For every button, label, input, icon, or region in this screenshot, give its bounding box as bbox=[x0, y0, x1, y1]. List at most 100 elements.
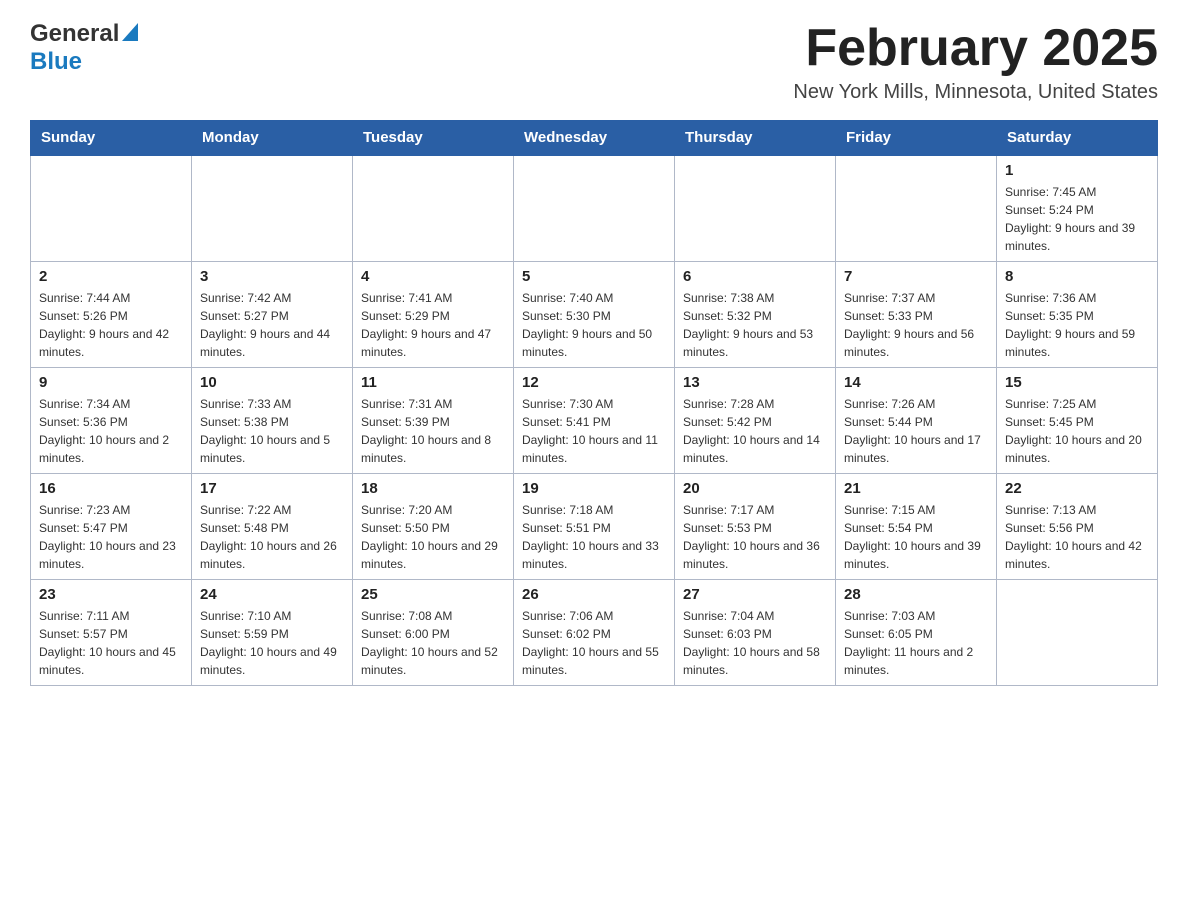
calendar-cell: 10 Sunrise: 7:33 AMSunset: 5:38 PMDayligh… bbox=[192, 368, 353, 474]
day-info: Sunrise: 7:18 AMSunset: 5:51 PMDaylight:… bbox=[522, 501, 666, 573]
day-info: Sunrise: 7:11 AMSunset: 5:57 PMDaylight:… bbox=[39, 607, 183, 679]
day-number: 13 bbox=[683, 374, 827, 391]
calendar-cell: 1Sunrise: 7:45 AMSunset: 5:24 PMDaylight… bbox=[997, 155, 1158, 262]
calendar-cell: 27 Sunrise: 7:04 AMSunset: 6:03 PMDayligh… bbox=[675, 580, 836, 686]
logo: General Blue bbox=[30, 20, 138, 76]
day-info: Sunrise: 7:03 AMSunset: 6:05 PMDaylight:… bbox=[844, 607, 988, 679]
day-info: Sunrise: 7:40 AMSunset: 5:30 PMDaylight:… bbox=[522, 289, 666, 361]
day-number: 16 bbox=[39, 480, 183, 497]
day-number: 2 bbox=[39, 268, 183, 285]
calendar-cell: 17Sunrise: 7:22 AMSunset: 5:48 PMDayligh… bbox=[192, 474, 353, 580]
calendar-cell bbox=[31, 155, 192, 262]
day-info: Sunrise: 7:13 AMSunset: 5:56 PMDaylight:… bbox=[1005, 501, 1149, 573]
subtitle: New York Mills, Minnesota, United States bbox=[793, 81, 1158, 104]
calendar-cell bbox=[997, 580, 1158, 686]
calendar-cell: 2 Sunrise: 7:44 AMSunset: 5:26 PMDaylight… bbox=[31, 262, 192, 368]
page-header: General Blue February 2025 New York Mill… bbox=[30, 20, 1158, 104]
day-info: Sunrise: 7:30 AMSunset: 5:41 PMDaylight:… bbox=[522, 395, 666, 467]
calendar-cell bbox=[675, 155, 836, 262]
day-number: 5 bbox=[522, 268, 666, 285]
day-number: 14 bbox=[844, 374, 988, 391]
calendar-cell: 9 Sunrise: 7:34 AMSunset: 5:36 PMDaylight… bbox=[31, 368, 192, 474]
day-info: Sunrise: 7:41 AMSunset: 5:29 PMDaylight:… bbox=[361, 289, 505, 361]
logo-blue-text: Blue bbox=[30, 48, 82, 76]
calendar-cell: 25 Sunrise: 7:08 AMSunset: 6:00 PMDayligh… bbox=[353, 580, 514, 686]
day-info: Sunrise: 7:06 AMSunset: 6:02 PMDaylight:… bbox=[522, 607, 666, 679]
calendar-cell: 28 Sunrise: 7:03 AMSunset: 6:05 PMDayligh… bbox=[836, 580, 997, 686]
calendar-cell: 5 Sunrise: 7:40 AMSunset: 5:30 PMDaylight… bbox=[514, 262, 675, 368]
day-info: Sunrise: 7:26 AMSunset: 5:44 PMDaylight:… bbox=[844, 395, 988, 467]
calendar-cell: 14 Sunrise: 7:26 AMSunset: 5:44 PMDayligh… bbox=[836, 368, 997, 474]
day-info: Sunrise: 7:37 AMSunset: 5:33 PMDaylight:… bbox=[844, 289, 988, 361]
day-info: Sunrise: 7:23 AMSunset: 5:47 PMDaylight:… bbox=[39, 501, 183, 573]
calendar-cell: 20 Sunrise: 7:17 AMSunset: 5:53 PMDayligh… bbox=[675, 474, 836, 580]
day-number: 20 bbox=[683, 480, 827, 497]
calendar-cell: 19 Sunrise: 7:18 AMSunset: 5:51 PMDayligh… bbox=[514, 474, 675, 580]
calendar-week-4: 16 Sunrise: 7:23 AMSunset: 5:47 PMDayligh… bbox=[31, 474, 1158, 580]
day-number: 9 bbox=[39, 374, 183, 391]
calendar-cell bbox=[514, 155, 675, 262]
day-info: Sunrise: 7:31 AMSunset: 5:39 PMDaylight:… bbox=[361, 395, 505, 467]
day-info: Sunrise: 7:08 AMSunset: 6:00 PMDaylight:… bbox=[361, 607, 505, 679]
day-number: 27 bbox=[683, 586, 827, 603]
day-number: 19 bbox=[522, 480, 666, 497]
calendar-cell bbox=[192, 155, 353, 262]
weekday-header-tuesday: Tuesday bbox=[353, 121, 514, 156]
day-number: 11 bbox=[361, 374, 505, 391]
calendar-cell: 7 Sunrise: 7:37 AMSunset: 5:33 PMDaylight… bbox=[836, 262, 997, 368]
day-info: Sunrise: 7:20 AMSunset: 5:50 PMDaylight:… bbox=[361, 501, 505, 573]
day-info: Sunrise: 7:44 AMSunset: 5:26 PMDaylight:… bbox=[39, 289, 183, 361]
day-info: Sunrise: 7:34 AMSunset: 5:36 PMDaylight:… bbox=[39, 395, 183, 467]
title-block: February 2025 New York Mills, Minnesota,… bbox=[793, 20, 1158, 104]
calendar-cell: 16 Sunrise: 7:23 AMSunset: 5:47 PMDayligh… bbox=[31, 474, 192, 580]
calendar-cell: 13 Sunrise: 7:28 AMSunset: 5:42 PMDayligh… bbox=[675, 368, 836, 474]
day-number: 23 bbox=[39, 586, 183, 603]
day-info: Sunrise: 7:36 AMSunset: 5:35 PMDaylight:… bbox=[1005, 289, 1149, 361]
day-info: Sunrise: 7:33 AMSunset: 5:38 PMDaylight:… bbox=[200, 395, 344, 467]
calendar-cell: 24 Sunrise: 7:10 AMSunset: 5:59 PMDayligh… bbox=[192, 580, 353, 686]
day-number: 26 bbox=[522, 586, 666, 603]
weekday-header-monday: Monday bbox=[192, 121, 353, 156]
weekday-header-friday: Friday bbox=[836, 121, 997, 156]
weekday-header-wednesday: Wednesday bbox=[514, 121, 675, 156]
day-number: 4 bbox=[361, 268, 505, 285]
day-number: 6 bbox=[683, 268, 827, 285]
calendar-cell: 18 Sunrise: 7:20 AMSunset: 5:50 PMDayligh… bbox=[353, 474, 514, 580]
day-number: 28 bbox=[844, 586, 988, 603]
day-info: Sunrise: 7:38 AMSunset: 5:32 PMDaylight:… bbox=[683, 289, 827, 361]
calendar-week-1: 1Sunrise: 7:45 AMSunset: 5:24 PMDaylight… bbox=[31, 155, 1158, 262]
calendar-cell: 12Sunrise: 7:30 AMSunset: 5:41 PMDayligh… bbox=[514, 368, 675, 474]
calendar-cell: 3Sunrise: 7:42 AMSunset: 5:27 PMDaylight… bbox=[192, 262, 353, 368]
day-number: 10 bbox=[200, 374, 344, 391]
day-number: 15 bbox=[1005, 374, 1149, 391]
day-number: 18 bbox=[361, 480, 505, 497]
calendar-cell: 26 Sunrise: 7:06 AMSunset: 6:02 PMDayligh… bbox=[514, 580, 675, 686]
day-number: 1 bbox=[1005, 162, 1149, 179]
day-number: 22 bbox=[1005, 480, 1149, 497]
logo-blue-label: Blue bbox=[30, 48, 82, 75]
day-number: 25 bbox=[361, 586, 505, 603]
calendar-cell: 11 Sunrise: 7:31 AMSunset: 5:39 PMDayligh… bbox=[353, 368, 514, 474]
day-info: Sunrise: 7:22 AMSunset: 5:48 PMDaylight:… bbox=[200, 501, 344, 573]
calendar-cell: 4 Sunrise: 7:41 AMSunset: 5:29 PMDaylight… bbox=[353, 262, 514, 368]
day-info: Sunrise: 7:17 AMSunset: 5:53 PMDaylight:… bbox=[683, 501, 827, 573]
calendar-cell bbox=[353, 155, 514, 262]
day-info: Sunrise: 7:10 AMSunset: 5:59 PMDaylight:… bbox=[200, 607, 344, 679]
day-info: Sunrise: 7:28 AMSunset: 5:42 PMDaylight:… bbox=[683, 395, 827, 467]
calendar-week-5: 23 Sunrise: 7:11 AMSunset: 5:57 PMDayligh… bbox=[31, 580, 1158, 686]
calendar-cell bbox=[836, 155, 997, 262]
calendar-cell: 22 Sunrise: 7:13 AMSunset: 5:56 PMDayligh… bbox=[997, 474, 1158, 580]
calendar-week-3: 9 Sunrise: 7:34 AMSunset: 5:36 PMDaylight… bbox=[31, 368, 1158, 474]
day-info: Sunrise: 7:25 AMSunset: 5:45 PMDaylight:… bbox=[1005, 395, 1149, 467]
day-number: 3 bbox=[200, 268, 344, 285]
day-number: 24 bbox=[200, 586, 344, 603]
logo-general-text: General bbox=[30, 20, 119, 48]
weekday-header-saturday: Saturday bbox=[997, 121, 1158, 156]
main-title: February 2025 bbox=[793, 20, 1158, 77]
day-number: 7 bbox=[844, 268, 988, 285]
weekday-header-thursday: Thursday bbox=[675, 121, 836, 156]
calendar-week-2: 2 Sunrise: 7:44 AMSunset: 5:26 PMDaylight… bbox=[31, 262, 1158, 368]
calendar-cell: 8Sunrise: 7:36 AMSunset: 5:35 PMDaylight… bbox=[997, 262, 1158, 368]
calendar-cell: 21Sunrise: 7:15 AMSunset: 5:54 PMDayligh… bbox=[836, 474, 997, 580]
day-info: Sunrise: 7:04 AMSunset: 6:03 PMDaylight:… bbox=[683, 607, 827, 679]
